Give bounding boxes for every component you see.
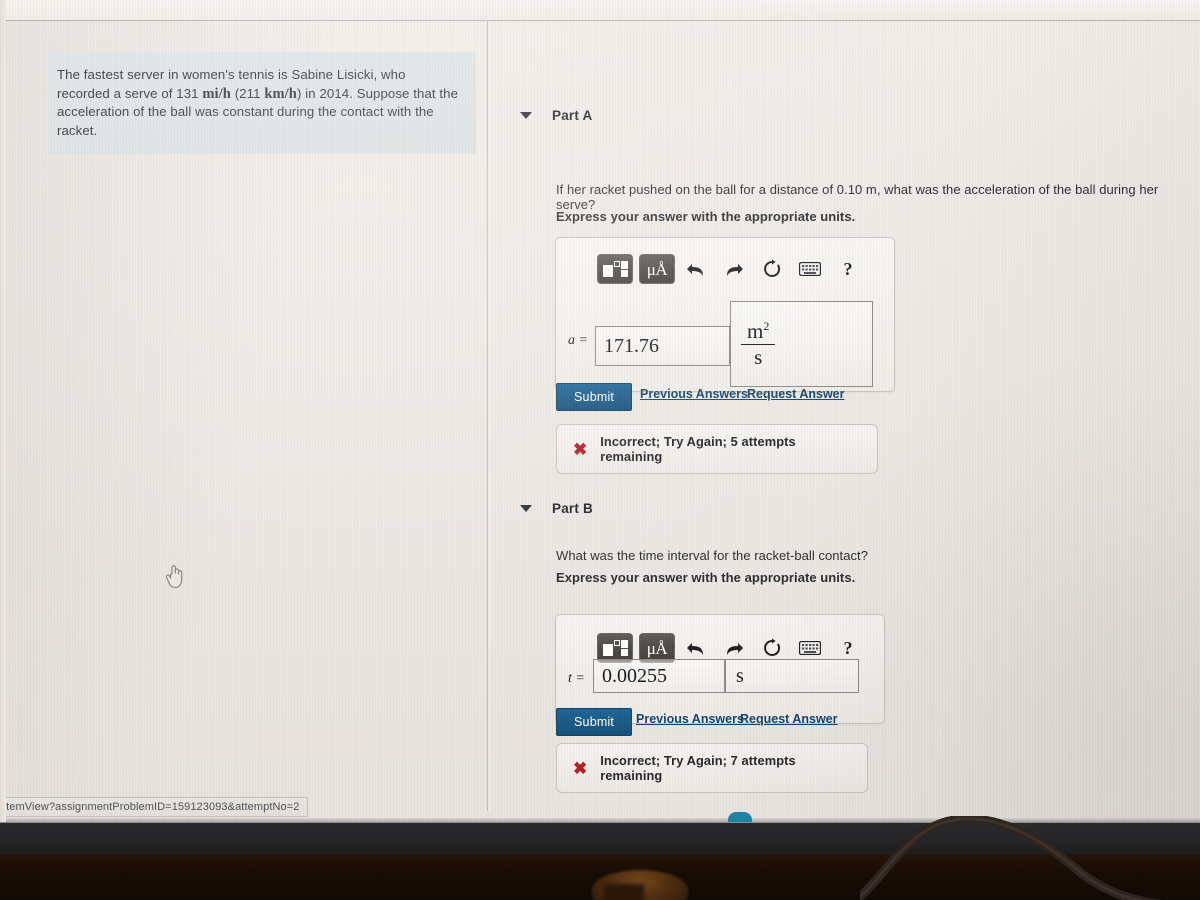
part-b-feedback-text: Incorrect; Try Again; 7 attempts remaini…	[600, 753, 796, 783]
pointing-hand-cursor	[164, 563, 186, 589]
part-a-feedback: ✖ Incorrect; Try Again; 5 attempts remai…	[556, 424, 878, 474]
math-template-icon[interactable]	[597, 254, 633, 284]
part-b-variable-label: t =	[568, 671, 585, 686]
part-a-toolbar: μÅ ?	[597, 252, 871, 286]
desk-object-shadow	[604, 884, 644, 900]
part-b-question: What was the time interval for the racke…	[556, 548, 868, 563]
statement-line-2-post: ) in 2014. Suppose that the	[296, 85, 459, 101]
part-a-unit-fraction: m2 s	[741, 319, 776, 369]
part-a-unit-exponent: 2	[763, 319, 770, 333]
statement-line-2-mid: (211	[230, 85, 265, 101]
unit-mi-per-h: mi/h	[202, 85, 231, 102]
photo-of-monitor: The fastest server in women's tennis is …	[0, 0, 1200, 900]
reset-circular-arrow-icon[interactable]	[757, 254, 787, 284]
part-b-unit-input[interactable]: s	[725, 659, 859, 693]
answer-column: Part A If her racket pushed on the ball …	[500, 21, 1200, 822]
part-a-previous-answers-link[interactable]: Previous Answers	[640, 387, 748, 401]
part-b-label: Part B	[552, 501, 593, 516]
part-a-question: If her racket pushed on the ball for a d…	[556, 182, 1159, 212]
page-bottom-blue-indicator	[728, 812, 752, 822]
question-mark-icon[interactable]: ?	[833, 254, 863, 284]
part-a-label: Part A	[552, 108, 593, 123]
undo-arrow-icon[interactable]	[681, 254, 711, 284]
part-a-submit-button[interactable]: Submit	[556, 383, 633, 411]
part-b-header[interactable]: Part B	[500, 501, 593, 516]
part-a-value-input[interactable]: 171.76	[595, 326, 730, 366]
redo-arrow-icon[interactable]	[719, 254, 749, 284]
part-a-feedback-text: Incorrect; Try Again; 5 attempts remaini…	[600, 434, 796, 464]
triangle-down-icon[interactable]	[520, 112, 532, 119]
part-b-request-answer-link[interactable]: Request Answer	[740, 712, 837, 726]
triangle-down-icon[interactable]	[520, 505, 532, 512]
status-bar-url: ItemView?assignmentProblemID=159123093&a…	[0, 797, 309, 817]
column-divider	[487, 21, 488, 811]
part-b-instruction: Express your answer with the appropriate…	[556, 570, 856, 585]
help-label: ?	[843, 637, 853, 658]
part-b-value: 0.00255	[602, 664, 667, 687]
browser-top-band	[0, 0, 1200, 20]
part-b-value-input[interactable]: 0.00255	[593, 659, 725, 693]
statement-line-3: acceleration of the ball was constant du…	[57, 104, 434, 119]
units-button-label: μÅ	[646, 638, 668, 658]
part-b-previous-answers-link[interactable]: Previous Answers	[636, 712, 744, 726]
part-a-unit-denominator: s	[754, 345, 763, 369]
keyboard-icon[interactable]	[795, 254, 825, 284]
column-divider-highlight	[489, 21, 490, 811]
part-a-value: 171.76	[604, 334, 659, 357]
unit-km-per-h: km/h	[264, 85, 297, 102]
part-b-submit-button[interactable]: Submit	[556, 708, 633, 736]
part-a-request-answer-link[interactable]: Request Answer	[747, 387, 844, 401]
micro-angstrom-units-icon[interactable]: μÅ	[639, 254, 675, 284]
help-label: ?	[843, 258, 853, 279]
x-mark-icon: ✖	[573, 758, 588, 778]
x-mark-icon: ✖	[573, 439, 588, 459]
part-b-unit: s	[736, 664, 744, 687]
statement-line-4: racket.	[57, 122, 98, 138]
part-a-unit-numerator: m2	[747, 319, 770, 343]
part-a-variable-label: a =	[568, 333, 588, 348]
part-a-header[interactable]: Part A	[500, 108, 592, 123]
units-button-label: μÅ	[646, 259, 668, 279]
part-a-instruction: Express your answer with the appropriate…	[556, 209, 856, 224]
part-a-unit-input[interactable]: m2 s	[730, 301, 873, 387]
screen-left-edge	[0, 0, 6, 822]
mastering-physics-page: The fastest server in women's tennis is …	[0, 21, 1200, 822]
statement-line-2-pre: a serve of 131	[113, 85, 203, 101]
part-b-feedback: ✖ Incorrect; Try Again; 7 attempts remai…	[556, 743, 868, 793]
monitor-stand-shadow	[0, 823, 1200, 859]
problem-statement: The fastest server in women's tennis is …	[48, 52, 476, 154]
monitor-screen: The fastest server in women's tennis is …	[0, 0, 1200, 822]
